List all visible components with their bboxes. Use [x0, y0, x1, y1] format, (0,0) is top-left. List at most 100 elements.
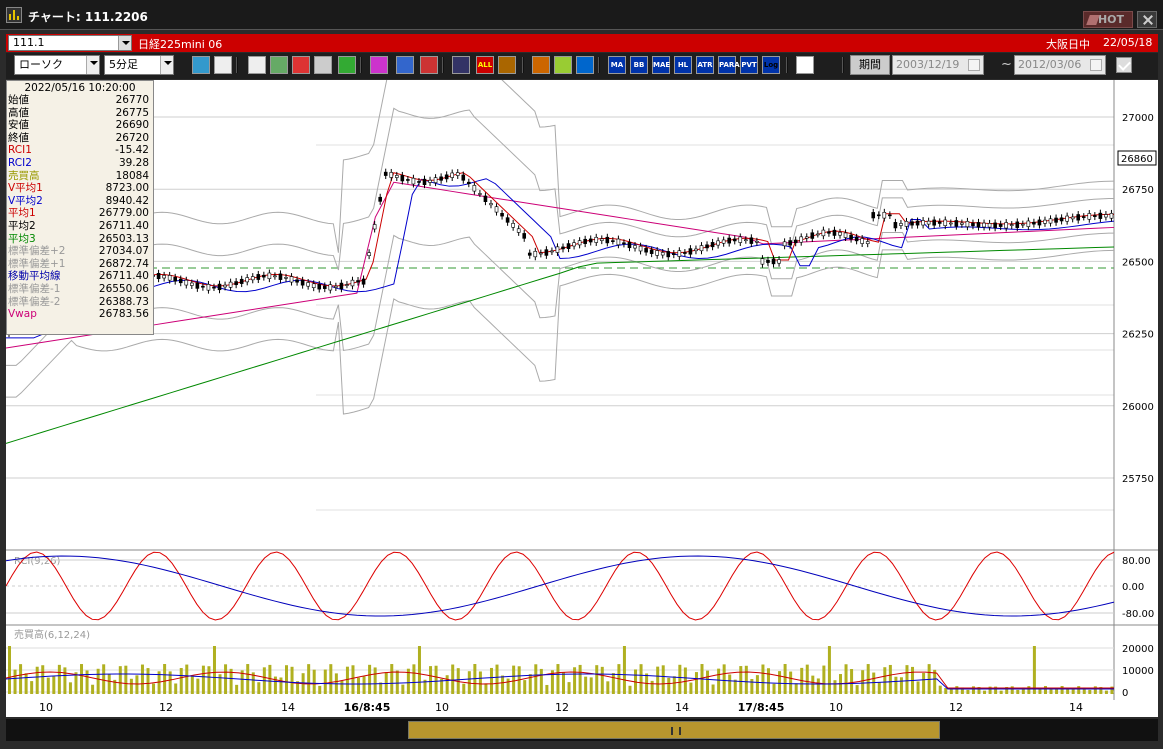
- volume-bar: [13, 669, 17, 694]
- volume-bar: [789, 671, 793, 694]
- close-icon[interactable]: [1137, 11, 1157, 28]
- info-row: 標準偏差-2 26388.73: [7, 296, 153, 309]
- zoom-tool-button[interactable]: [192, 56, 210, 74]
- chart-type-select[interactable]: ローソク: [14, 55, 100, 75]
- line-tool-button[interactable]: [214, 56, 232, 74]
- time-label: 10: [435, 701, 449, 714]
- candle-body: [539, 252, 543, 255]
- volume-bar: [567, 682, 571, 694]
- volume-bar: [30, 681, 34, 694]
- candle-body: [201, 285, 205, 288]
- hot-button[interactable]: HOT: [1083, 11, 1133, 28]
- log-tool-button[interactable]: Log: [762, 56, 780, 74]
- candle-body: [605, 236, 610, 244]
- candle-body: [1109, 213, 1114, 219]
- volume-bar: [257, 682, 261, 694]
- volume-bar: [185, 664, 189, 694]
- volume-bar: [8, 646, 11, 694]
- pvt-tool-button[interactable]: PVT: [740, 56, 758, 74]
- chart-scrollbar[interactable]: [6, 719, 1158, 741]
- candle-body: [727, 237, 732, 244]
- volume-bar: [589, 677, 593, 694]
- ma-tool-button[interactable]: MA: [608, 56, 626, 74]
- arrows-tool-button[interactable]: [292, 56, 310, 74]
- para-tool-button[interactable]: PARA: [718, 56, 740, 74]
- volume-bar: [916, 681, 920, 694]
- candle-body: [904, 221, 909, 227]
- candle-body: [588, 238, 593, 243]
- candle-body: [699, 245, 704, 252]
- mae-tool-button[interactable]: MAE: [652, 56, 670, 74]
- chevron-down-icon[interactable]: [160, 56, 173, 74]
- candle-body: [328, 284, 333, 291]
- volume-bar: [1027, 686, 1031, 694]
- gear-tool-button[interactable]: [498, 56, 516, 74]
- wrench-tool-button[interactable]: [532, 56, 550, 74]
- symbol-name: 日経225mini 06: [138, 38, 223, 51]
- atr-tool-button[interactable]: ATR: [696, 56, 714, 74]
- info-tool-button[interactable]: [314, 56, 332, 74]
- grid-tool-button[interactable]: [270, 56, 288, 74]
- candle-body: [178, 278, 183, 284]
- color-tool-button[interactable]: [554, 56, 572, 74]
- volume-bar: [207, 666, 211, 694]
- date-to-field[interactable]: 2012/03/06: [1014, 55, 1106, 75]
- cursor-tool-button[interactable]: [370, 56, 388, 74]
- pen-tool-button[interactable]: [338, 56, 356, 74]
- volume-bar: [678, 664, 682, 694]
- time-label: 14: [1069, 701, 1083, 714]
- interval-select[interactable]: 5分足: [104, 55, 174, 75]
- volume-bar: [778, 671, 782, 694]
- volume-bar: [573, 667, 577, 694]
- candle-body: [910, 221, 914, 226]
- volume-bar: [235, 684, 239, 694]
- candle-body: [971, 222, 975, 227]
- price-chart[interactable]: 27000267502650026250260002575026860RCI(9…: [6, 80, 1158, 700]
- volume-bar: [290, 666, 294, 694]
- toolbar-separator: [786, 57, 788, 73]
- time-label: 14: [675, 701, 689, 714]
- candle-body: [799, 236, 804, 243]
- candle-body: [190, 282, 194, 286]
- all-tool-button[interactable]: ALL: [476, 56, 494, 74]
- candle-b-tool-button[interactable]: [452, 56, 470, 74]
- scroll-thumb[interactable]: [408, 721, 940, 739]
- volume-bar: [46, 677, 50, 694]
- chevron-down-icon[interactable]: [118, 36, 131, 50]
- range-checkbox[interactable]: [1116, 57, 1132, 73]
- volume-bar: [224, 664, 228, 694]
- chevron-down-icon[interactable]: [86, 56, 99, 74]
- export-tool-button[interactable]: [796, 56, 814, 74]
- current-price-label: 26860: [1121, 154, 1153, 165]
- chart-area[interactable]: 27000 26750 26500 26250 26000 25750 26860 RCI(9…: [6, 80, 1158, 700]
- info-row: 始値 26770: [7, 94, 153, 107]
- symbol-code-select[interactable]: 111.1: [8, 35, 132, 51]
- date-from-field[interactable]: 2003/12/19: [892, 55, 984, 75]
- candle-a-tool-button[interactable]: [420, 56, 438, 74]
- candle-body: [882, 212, 887, 219]
- hl-tool-button[interactable]: HL: [674, 56, 692, 74]
- calendar-icon[interactable]: [968, 59, 980, 71]
- volume-bar: [140, 664, 144, 694]
- calendar-icon[interactable]: [1090, 59, 1102, 71]
- volume-bar: [694, 672, 698, 694]
- volume-bar: [667, 677, 671, 694]
- candle-body: [1098, 212, 1103, 219]
- info-value: 26720: [115, 131, 149, 144]
- volume-bar: [750, 678, 754, 694]
- candle-body: [810, 232, 815, 239]
- volume-tick-label: 0: [1122, 688, 1128, 699]
- candle-body: [356, 280, 360, 283]
- stack-tool-button[interactable]: [576, 56, 594, 74]
- info-row: Vwap 26783.56: [7, 308, 153, 321]
- arrow-tool-button[interactable]: [248, 56, 266, 74]
- candle-body: [439, 176, 443, 181]
- bb-tool-button[interactable]: BB: [630, 56, 648, 74]
- price-tick-label: 26250: [1122, 330, 1154, 341]
- redo-tool-button[interactable]: [396, 56, 414, 74]
- period-button[interactable]: 期間: [850, 55, 890, 75]
- info-value: 27034.07: [98, 245, 149, 258]
- time-label: 16/8:45: [343, 701, 391, 714]
- candle-body: [472, 185, 477, 192]
- price-tick-label: 26750: [1122, 185, 1154, 196]
